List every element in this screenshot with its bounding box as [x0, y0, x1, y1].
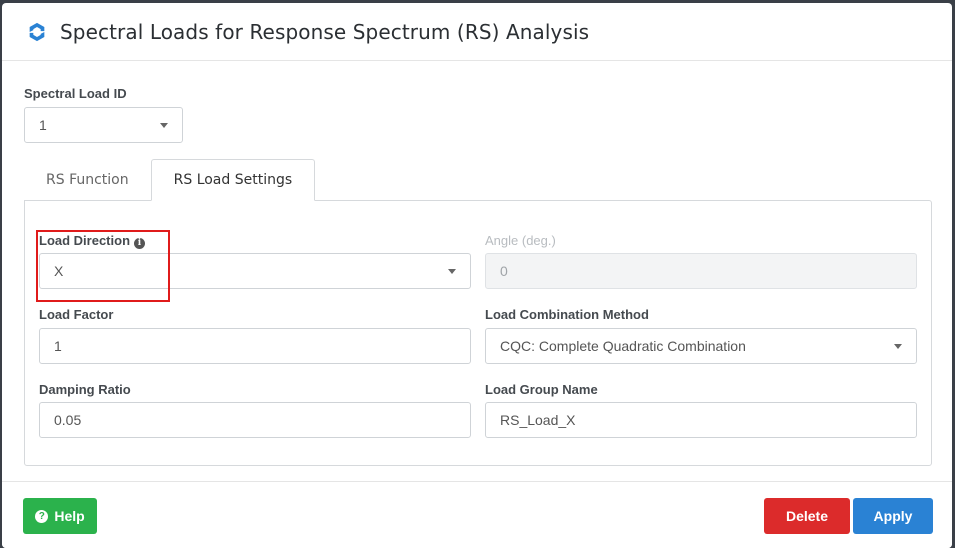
load-group-name-input[interactable]: RS_Load_X [485, 402, 917, 438]
combination-method-label: Load Combination Method [485, 307, 649, 322]
load-group-name-value: RS_Load_X [500, 412, 576, 428]
chevron-down-icon [894, 344, 902, 349]
tab-bar: RS Function RS Load Settings [24, 159, 316, 201]
load-factor-input[interactable]: 1 [39, 328, 471, 364]
modal-title: Spectral Loads for Response Spectrum (RS… [60, 19, 590, 44]
chevron-down-icon [448, 269, 456, 274]
modal-footer: ? Help Delete Apply [2, 481, 952, 548]
modal-body: Spectral Load ID 1 RS Function RS Load S… [2, 61, 952, 481]
info-icon[interactable]: i [134, 237, 146, 249]
apply-button[interactable]: Apply [853, 498, 933, 534]
damping-ratio-input[interactable]: 0.05 [39, 402, 471, 438]
load-direction-select[interactable]: X [39, 253, 471, 289]
app-logo-icon [29, 22, 45, 41]
help-icon: ? [35, 509, 49, 523]
load-direction-value: X [54, 263, 64, 279]
damping-ratio-value: 0.05 [54, 412, 82, 428]
load-direction-label: Load Direction i [39, 233, 146, 249]
delete-button[interactable]: Delete [764, 498, 850, 534]
chevron-down-icon [160, 123, 168, 128]
tab-rs-load-settings[interactable]: RS Load Settings [150, 159, 316, 201]
spectral-load-id-value: 1 [39, 117, 47, 133]
combination-method-value: CQC: Complete Quadratic Combination [500, 338, 746, 354]
spectral-load-id-select[interactable]: 1 [24, 107, 183, 143]
angle-input: 0 [485, 253, 917, 289]
load-direction-label-text: Load Direction [39, 233, 131, 248]
load-factor-value: 1 [54, 338, 62, 354]
angle-label: Angle (deg.) [485, 233, 556, 248]
spectral-load-id-label: Spectral Load ID [24, 86, 127, 101]
modal-header: Spectral Loads for Response Spectrum (RS… [2, 3, 952, 61]
load-group-name-label: Load Group Name [485, 382, 598, 397]
damping-ratio-label: Damping Ratio [39, 382, 131, 397]
help-button[interactable]: ? Help [23, 498, 97, 534]
help-button-label: Help [54, 508, 85, 524]
load-factor-label: Load Factor [39, 307, 114, 322]
modal-dialog: Spectral Loads for Response Spectrum (RS… [2, 3, 952, 548]
angle-value: 0 [500, 263, 508, 279]
tab-rs-function[interactable]: RS Function [24, 159, 151, 201]
combination-method-select[interactable]: CQC: Complete Quadratic Combination [485, 328, 917, 364]
